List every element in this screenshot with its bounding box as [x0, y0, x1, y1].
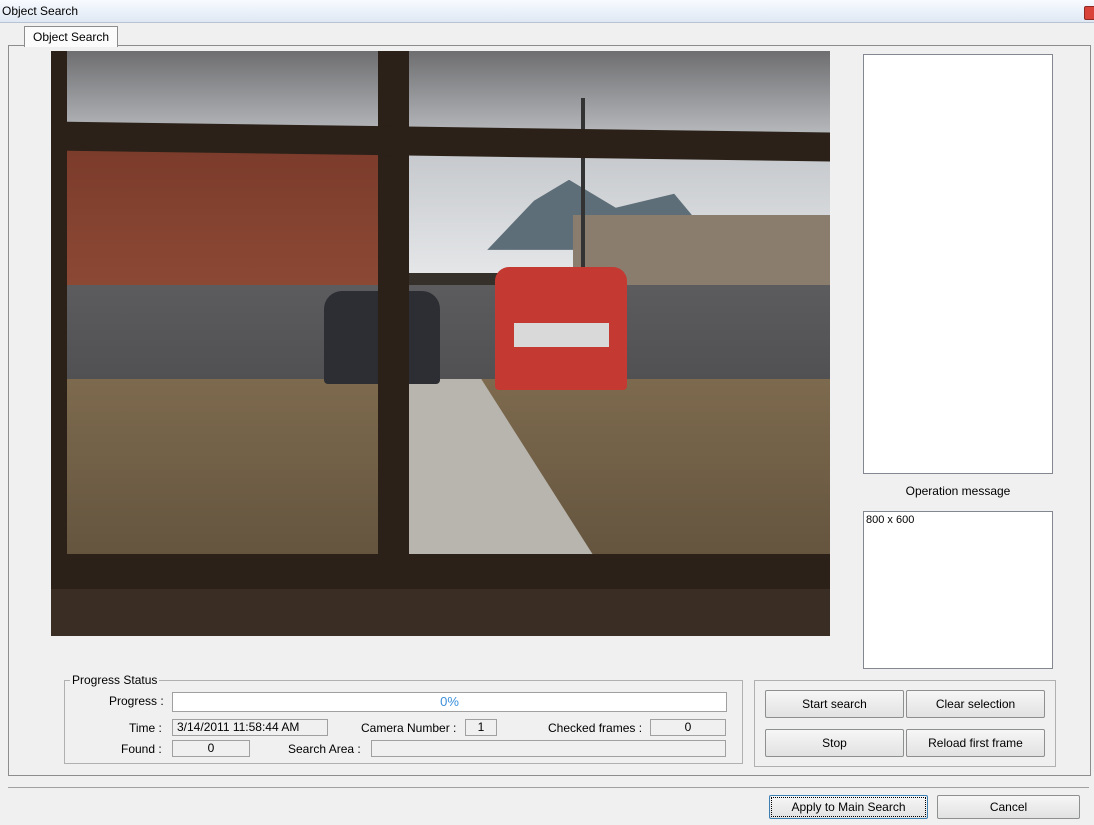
search-area-label: Search Area :	[288, 742, 361, 756]
search-area-field	[371, 740, 726, 757]
camera-number-field: 1	[465, 719, 497, 736]
reload-first-frame-button[interactable]: Reload first frame	[906, 729, 1045, 757]
image-red-truck	[495, 267, 628, 391]
checked-frames-field: 0	[650, 719, 726, 736]
window-title: Object Search	[2, 4, 79, 18]
progress-bar: 0%	[172, 692, 727, 712]
camera-number-label: Camera Number :	[361, 721, 457, 735]
stop-button[interactable]: Stop	[765, 729, 904, 757]
tab-object-search[interactable]: Object Search	[24, 26, 119, 47]
footer-separator	[8, 787, 1089, 788]
camera-frame-image[interactable]	[51, 51, 830, 636]
time-label: Time :	[129, 721, 162, 735]
start-search-button[interactable]: Start search	[765, 690, 904, 718]
image-window-sill	[51, 589, 830, 636]
close-icon[interactable]	[1084, 6, 1094, 20]
progress-status-title: Progress Status	[70, 673, 160, 687]
image-window-frame	[51, 554, 830, 590]
image-building	[51, 132, 402, 309]
operation-message-box: 800 x 600	[863, 511, 1053, 669]
found-field: 0	[172, 740, 250, 757]
time-field: 3/14/2011 11:58:44 AM	[172, 719, 328, 736]
found-label: Found :	[121, 742, 162, 756]
operation-message-label: Operation message	[905, 484, 1011, 498]
progress-label: Progress :	[109, 694, 164, 708]
clear-selection-button[interactable]: Clear selection	[906, 690, 1045, 718]
title-bar: Object Search	[0, 0, 1094, 23]
checked-frames-label: Checked frames :	[548, 721, 643, 735]
progress-percent: 0%	[440, 694, 459, 709]
cancel-button[interactable]: Cancel	[937, 795, 1080, 819]
apply-to-main-search-button[interactable]: Apply to Main Search	[769, 795, 928, 819]
object-preview-box	[863, 54, 1053, 474]
